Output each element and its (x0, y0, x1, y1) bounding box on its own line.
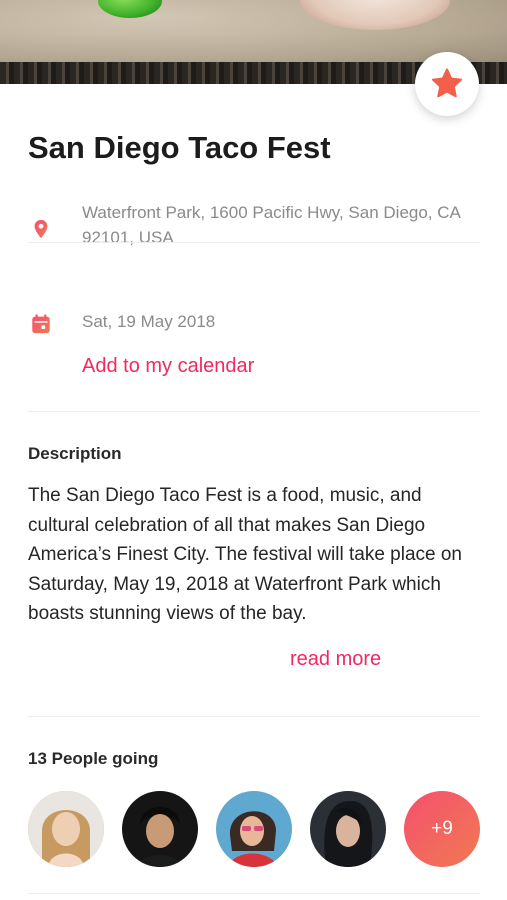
attendee-avatar[interactable] (310, 791, 386, 867)
star-icon (431, 68, 463, 98)
attendee-avatar[interactable] (122, 791, 198, 867)
attendees-heading: 13 People going (28, 749, 159, 768)
divider (28, 242, 480, 243)
attendee-avatar[interactable] (28, 791, 104, 867)
divider (28, 893, 480, 894)
event-date: Sat, 19 May 2018 (82, 312, 216, 331)
avatar-portrait (310, 791, 386, 867)
avatar-portrait (28, 791, 104, 867)
event-title: San Diego Taco Fest (28, 130, 331, 165)
divider (28, 411, 480, 412)
description-heading: Description (28, 444, 122, 463)
attendee-avatar[interactable] (216, 791, 292, 867)
favorite-button[interactable] (415, 52, 479, 116)
add-to-calendar-link[interactable]: Add to my calendar (82, 355, 254, 378)
calendar-icon (32, 314, 50, 334)
description-text: The San Diego Taco Fest is a food, music… (28, 485, 463, 624)
location-pin-icon (34, 219, 48, 239)
more-attendees-badge[interactable]: +9 (404, 791, 480, 867)
read-more-link[interactable]: read more (290, 648, 381, 671)
avatar-portrait (122, 791, 198, 867)
divider (28, 716, 480, 717)
avatar-portrait (216, 791, 292, 867)
